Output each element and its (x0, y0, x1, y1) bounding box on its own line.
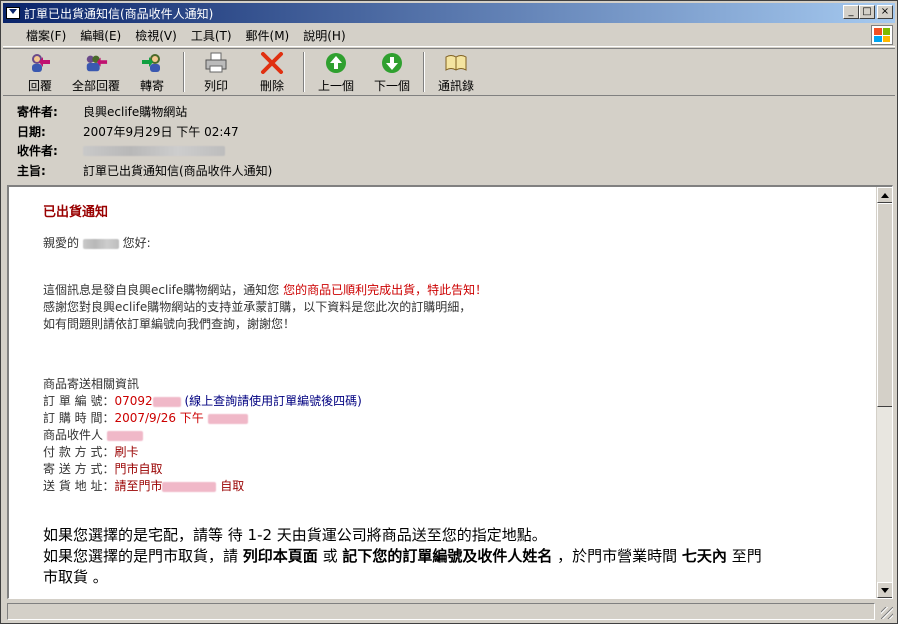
toolbar-separator (423, 52, 425, 92)
menu-file[interactable]: 檔案(F) (19, 27, 73, 44)
scroll-up-button[interactable] (877, 187, 892, 203)
forward-button[interactable]: 轉寄 (127, 52, 177, 94)
close-button[interactable]: × (877, 5, 893, 19)
resize-grip-icon[interactable] (881, 607, 893, 619)
redacted-name (82, 238, 119, 249)
maximize-button[interactable]: □ (859, 5, 875, 19)
order-time-row: 訂 購 時 間：2007/9/26 下午 (43, 410, 843, 427)
body-heading: 已出貨通知 (43, 205, 109, 220)
menu-tools[interactable]: 工具(T) (184, 27, 239, 44)
redacted-store (162, 481, 217, 492)
toolbar-separator (303, 52, 305, 92)
print-button[interactable]: 列印 (191, 52, 241, 94)
vertical-scrollbar[interactable] (876, 187, 892, 598)
windows-logo-icon (871, 25, 893, 45)
forward-icon (140, 52, 164, 74)
subject-row: 主旨: 訂單已出貨通知信(商品收件人通知) (17, 163, 273, 178)
address-row: 送 貨 地 址：請至門市 自取 (43, 479, 245, 493)
reply-all-button[interactable]: 全部回覆 (71, 52, 121, 94)
pickup-notice: 如果您選擇的是宅配，請等 待 1-2 天由貨運公司將商品送至您的指定地點。 如果… (43, 526, 762, 586)
toolbar: 回覆 全部回覆 轉寄 列印 刪除 上一個 下一個 通訊錄 (3, 48, 895, 96)
payment-row: 付 款 方 式：刷卡 (43, 445, 139, 459)
arrow-up-icon (324, 52, 348, 74)
redacted-time (207, 413, 248, 424)
shipping-method-row: 寄 送 方 式：門市自取 (43, 462, 163, 476)
email-window: 訂單已出貨通知信(商品收件人通知) _ □ × 檔案(F) 編輯(E) 檢視(V… (0, 0, 898, 624)
recipient-row: 商品收件人 (43, 427, 843, 444)
to-row: 收件者: (17, 141, 895, 161)
title-bar[interactable]: 訂單已出貨通知信(商品收件人通知) _ □ × (3, 3, 895, 23)
delete-button[interactable]: 刪除 (247, 52, 297, 94)
next-button[interactable]: 下一個 (367, 52, 417, 94)
window-controls: _ □ × (843, 5, 893, 19)
redacted-order-suffix (152, 396, 181, 407)
redacted-recipient (83, 145, 225, 156)
menu-bar: 檔案(F) 編輯(E) 檢視(V) 工具(T) 郵件(M) 說明(H) (3, 25, 895, 47)
date-row: 日期: 2007年9月29日 下午 02:47 (17, 124, 239, 139)
scrollbar-thumb[interactable] (877, 203, 892, 407)
menu-view[interactable]: 檢視(V) (128, 27, 184, 44)
menu-edit[interactable]: 編輯(E) (73, 27, 128, 44)
delete-x-icon (260, 52, 284, 74)
reply-all-icon (84, 52, 108, 74)
address-book-button[interactable]: 通訊錄 (431, 52, 481, 94)
reply-button[interactable]: 回覆 (15, 52, 65, 94)
menu-message[interactable]: 郵件(M) (239, 27, 297, 44)
menu-help[interactable]: 說明(H) (296, 27, 352, 44)
arrow-down-icon (380, 52, 404, 74)
printer-icon (204, 52, 228, 74)
message-content: 已出貨通知 親愛的 您好: 這個訊息是發自良興eclife購物網站，通知您 您的… (43, 201, 843, 588)
scroll-down-button[interactable] (877, 582, 892, 598)
date-value: 2007年9月29日 下午 02:47 (83, 124, 239, 139)
message-body[interactable]: 已出貨通知 親愛的 您好: 這個訊息是發自良興eclife購物網站，通知您 您的… (7, 185, 893, 599)
address-book-icon (444, 52, 468, 74)
order-number-row: 訂 單 編 號：07092 (線上查詢請使用訂單編號後四碼) (43, 394, 362, 408)
intro-paragraph: 這個訊息是發自良興eclife購物網站，通知您 您的商品已順利完成出貨，特此告知… (43, 283, 488, 331)
greeting: 親愛的 您好: (43, 236, 151, 250)
redacted-recipient-name (106, 430, 143, 441)
from-value[interactable]: 良興eclife購物網站 (83, 103, 187, 120)
message-headers: 寄件者: 良興eclife購物網站 日期: 2007年9月29日 下午 02:4… (3, 98, 895, 184)
status-pane (7, 603, 875, 620)
window-title: 訂單已出貨通知信(商品收件人通知) (24, 6, 214, 21)
mail-icon (6, 7, 20, 19)
from-row: 寄件者: 良興eclife購物網站 (17, 103, 188, 120)
shipping-info: 商品寄送相關資訊 訂 單 編 號：07092 (線上查詢請使用訂單編號後四碼) … (43, 376, 843, 495)
subject-value: 訂單已出貨通知信(商品收件人通知) (83, 163, 273, 178)
reply-icon (28, 52, 52, 74)
status-bar (3, 601, 895, 621)
toolbar-separator (183, 52, 185, 92)
minimize-button[interactable]: _ (843, 5, 859, 19)
previous-button[interactable]: 上一個 (311, 52, 361, 94)
